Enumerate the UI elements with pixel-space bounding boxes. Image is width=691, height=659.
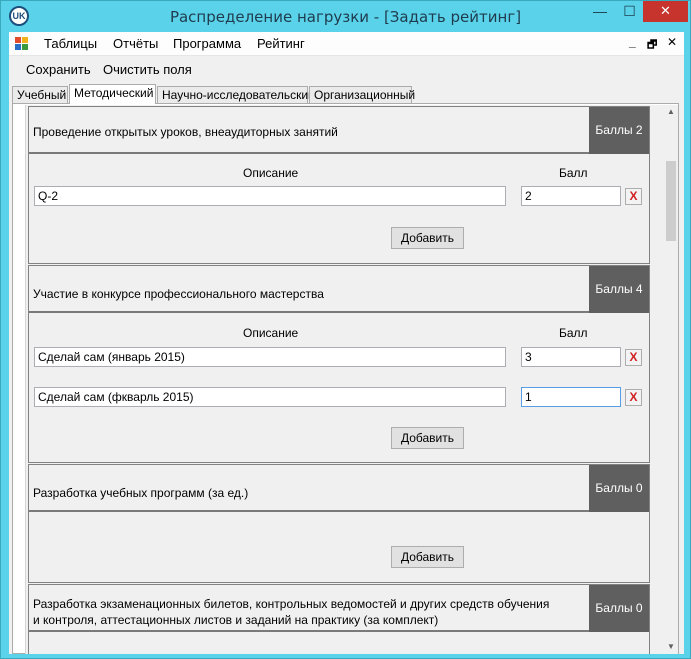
add-button[interactable]: Добавить: [391, 546, 464, 568]
rating-section: Участие в конкурсе профессионального мас…: [28, 265, 650, 463]
app-menu-icon[interactable]: [15, 37, 29, 51]
maximize-button[interactable]: ☐: [616, 1, 643, 22]
title-bar[interactable]: UK Распределение нагрузки - [Задать рейт…: [1, 1, 690, 32]
toolbar: Сохранить Очистить поля: [9, 57, 684, 82]
save-button[interactable]: Сохранить: [26, 62, 91, 77]
app-window: UK Распределение нагрузки - [Задать рейт…: [0, 0, 691, 659]
add-button[interactable]: Добавить: [391, 427, 464, 449]
delete-row-button[interactable]: X: [625, 389, 642, 406]
rating-section: Проведение открытых уроков, внеаудиторны…: [28, 106, 650, 264]
section-header: Разработка экзаменационных билетов, конт…: [29, 585, 649, 632]
description-column-label: Описание: [243, 326, 299, 340]
section-score: Баллы 2: [589, 107, 649, 154]
menu-program[interactable]: Программа: [173, 36, 241, 51]
score-input[interactable]: [521, 186, 621, 206]
description-input[interactable]: [34, 387, 506, 407]
close-button[interactable]: ✕: [643, 1, 688, 22]
scroll-thumb[interactable]: [666, 161, 676, 241]
menu-rating[interactable]: Рейтинг: [257, 36, 305, 51]
menu-reports[interactable]: Отчёты: [113, 36, 158, 51]
section-title: Проведение открытых уроков, внеаудиторны…: [33, 125, 338, 139]
score-input[interactable]: [521, 387, 621, 407]
mdi-minimize-button[interactable]: _: [629, 35, 636, 49]
tab-organizational[interactable]: Организационный: [309, 86, 415, 103]
mdi-restore-button[interactable]: 🗗: [647, 36, 657, 55]
tab-research[interactable]: Научно-исследовательский: [157, 86, 315, 103]
delete-row-button[interactable]: X: [625, 188, 642, 205]
description-input[interactable]: [34, 347, 506, 367]
menu-tables[interactable]: Таблицы: [44, 36, 97, 51]
rating-section: Разработка экзаменационных билетов, конт…: [28, 584, 650, 654]
section-score: Баллы 0: [589, 465, 649, 512]
scroll-down-arrow-icon[interactable]: ▼: [664, 640, 678, 654]
section-header: Проведение открытых уроков, внеаудиторны…: [29, 107, 649, 154]
tab-page-methodical: Проведение открытых уроков, внеаудиторны…: [12, 103, 679, 654]
section-title-line-2: и контроля, аттестационных листов и зада…: [33, 613, 439, 627]
section-header: Разработка учебных программ (за ед.) Бал…: [29, 465, 649, 512]
vertical-scrollbar[interactable]: ▲ ▼: [664, 105, 678, 654]
section-score: Баллы 0: [589, 585, 649, 632]
scroll-up-arrow-icon[interactable]: ▲: [664, 105, 678, 119]
mdi-close-button[interactable]: ✕: [667, 35, 677, 49]
description-input[interactable]: [34, 186, 506, 206]
minimize-button[interactable]: —: [585, 1, 615, 22]
section-score: Баллы 4: [589, 266, 649, 313]
section-title: Разработка учебных программ (за ед.): [33, 486, 249, 500]
score-column-label: Балл: [559, 166, 588, 180]
clear-fields-button[interactable]: Очистить поля: [103, 62, 192, 77]
tab-methodical[interactable]: Методический: [69, 84, 156, 104]
add-button[interactable]: Добавить: [391, 227, 464, 249]
client-area: Таблицы Отчёты Программа Рейтинг _ 🗗 ✕ С…: [9, 32, 684, 654]
score-input[interactable]: [521, 347, 621, 367]
section-title-line-1: Разработка экзаменационных билетов, конт…: [33, 597, 550, 611]
section-header: Участие в конкурсе профессионального мас…: [29, 266, 649, 313]
score-column-label: Балл: [559, 326, 588, 340]
rating-section: Разработка учебных программ (за ед.) Бал…: [28, 464, 650, 583]
sections-scroll-area[interactable]: Проведение открытых уроков, внеаудиторны…: [25, 105, 665, 654]
description-column-label: Описание: [243, 166, 299, 180]
delete-row-button[interactable]: X: [625, 349, 642, 366]
tab-educational[interactable]: Учебный: [12, 86, 68, 103]
section-title: Участие в конкурсе профессионального мас…: [33, 287, 324, 301]
menu-bar: Таблицы Отчёты Программа Рейтинг _ 🗗 ✕: [9, 32, 684, 56]
